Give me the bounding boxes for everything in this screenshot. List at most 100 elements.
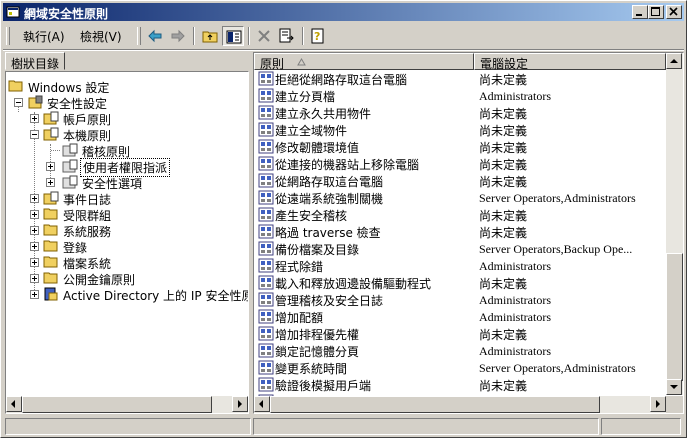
tree-node-audit-policy[interactable]: 稽核原則 <box>6 142 246 159</box>
minimize-button[interactable] <box>632 5 648 19</box>
help-button[interactable]: ? <box>307 26 329 46</box>
back-arrow-icon <box>148 29 162 43</box>
policy-name: 產生安全稽核 <box>275 209 348 223</box>
expand-icon[interactable] <box>30 194 39 203</box>
tree-pane: Windows 設定 安全性設定 帳戶原則 本機原則 稽核原則 使用者權限指派 … <box>5 71 249 414</box>
tree-tab-label: 樹狀目錄 <box>11 57 60 71</box>
policy-row[interactable]: 從連接的機器站上移除電腦 尚未定義 <box>254 155 666 172</box>
policy-row[interactable]: 產生安全稽核 尚未定義 <box>254 206 666 223</box>
delete-button[interactable] <box>253 26 275 46</box>
scroll-down-button[interactable] <box>666 379 682 395</box>
expand-icon[interactable] <box>30 242 39 251</box>
collapse-icon[interactable] <box>14 98 23 107</box>
tree-node-registry[interactable]: 登錄 <box>6 238 246 255</box>
policy-icon <box>258 224 274 239</box>
tree-node-public-key[interactable]: 公開金鑰原則 <box>6 270 246 287</box>
expand-icon[interactable] <box>30 290 39 299</box>
policy-row[interactable]: 從遠端系統強制關機 Server Operators,Administrators <box>254 189 666 206</box>
tree-node-account-policy[interactable]: 帳戶原則 <box>6 110 246 127</box>
sort-ascending-icon <box>297 58 306 66</box>
policy-icon <box>258 292 274 307</box>
tree-node-system-services[interactable]: 系統服務 <box>6 222 246 239</box>
policy-icon <box>258 326 274 341</box>
show-hide-tree-button[interactable] <box>222 26 244 46</box>
right-arrow-icon <box>656 400 660 408</box>
folder-icon <box>43 224 58 236</box>
tree-node-user-rights[interactable]: 使用者權限指派 <box>6 158 246 177</box>
scroll-thumb[interactable] <box>22 396 212 413</box>
policy-name: 建立分頁檔 <box>275 90 336 104</box>
tree-node-security-settings[interactable]: 安全性設定 <box>6 94 246 111</box>
policy-icon <box>258 275 274 290</box>
policy-row[interactable]: 增加排程優先權 尚未定義 <box>254 325 666 342</box>
tree-node-local-policy[interactable]: 本機原則 <box>6 126 246 143</box>
tree-node-ip-security[interactable]: Active Directory 上的 IP 安全性原則 <box>6 286 248 303</box>
policy-row[interactable]: 略過 traverse 檢查 尚未定義 <box>254 223 666 240</box>
tree-tab[interactable]: 樹狀目錄 <box>5 52 65 71</box>
scroll-right-button[interactable] <box>650 396 666 412</box>
policy-row[interactable]: 增加配額 Administrators <box>254 308 666 325</box>
maximize-button[interactable] <box>648 5 664 19</box>
ip-security-icon <box>44 287 58 301</box>
policy-row[interactable]: 建立永久共用物件 尚未定義 <box>254 104 666 121</box>
policy-row[interactable]: 變更系統時間 Server Operators,Administrators <box>254 359 666 376</box>
policy-name: 從遠端系統強制關機 <box>275 192 384 206</box>
collapse-icon[interactable] <box>30 130 39 139</box>
expand-icon[interactable] <box>30 258 39 267</box>
security-settings-icon <box>28 95 43 109</box>
policy-row[interactable]: 從網路存取這台電腦 尚未定義 <box>254 172 666 189</box>
policy-icon <box>258 156 274 171</box>
tree-horizontal-scrollbar[interactable] <box>6 396 248 413</box>
title-bar[interactable]: 網域安全性原則 <box>3 3 684 21</box>
menu-action[interactable]: 執行(A) <box>23 28 65 45</box>
tree-node-windows-settings[interactable]: Windows 設定 <box>6 78 246 95</box>
tree-node-event-log[interactable]: 事件日誌 <box>6 190 246 207</box>
policy-row[interactable]: 管理稽核及安全日誌 Administrators <box>254 291 666 308</box>
scroll-left-button[interactable] <box>6 396 22 412</box>
scroll-left-button[interactable] <box>254 396 270 412</box>
tree-node-security-options[interactable]: 安全性選項 <box>6 174 246 191</box>
policy-setting: Server Operators,Administrators <box>479 361 636 375</box>
policy-row[interactable]: 建立分頁檔 Administrators <box>254 87 666 104</box>
policy-icon <box>258 360 274 375</box>
show-hide-tree-icon <box>226 30 242 44</box>
expand-icon[interactable] <box>30 114 39 123</box>
expand-icon[interactable] <box>30 210 39 219</box>
policy-setting: Server Operators,Backup Ope... <box>479 242 633 256</box>
policy-row[interactable]: 建立全域物件 尚未定義 <box>254 121 666 138</box>
list-horizontal-scrollbar[interactable] <box>254 396 683 413</box>
back-button[interactable] <box>144 26 166 46</box>
scroll-thumb[interactable] <box>666 253 683 381</box>
up-level-button[interactable] <box>199 26 221 46</box>
toolbar-separator <box>193 27 195 45</box>
export-list-button[interactable] <box>276 26 298 46</box>
policy-row[interactable]: 載入和釋放週邊設備驅動程式 尚未定義 <box>254 274 666 291</box>
policy-row[interactable]: 備份檔案及目錄 Server Operators,Backup Ope... <box>254 240 666 257</box>
policy-icon <box>258 139 274 154</box>
policy-setting: 尚未定義 <box>479 379 528 393</box>
policy-row[interactable]: 驗證後模擬用戶端 尚未定義 <box>254 376 666 393</box>
close-button[interactable] <box>666 5 682 19</box>
scroll-right-button[interactable] <box>232 396 248 412</box>
policy-row[interactable]: 程式除錯 Administrators <box>254 257 666 274</box>
column-header-policy[interactable]: 原則 <box>254 53 474 71</box>
policy-name: 變更系統時間 <box>275 362 348 376</box>
tree-node-file-system[interactable]: 檔案系統 <box>6 254 246 271</box>
expand-icon[interactable] <box>46 178 55 187</box>
expand-icon[interactable] <box>30 226 39 235</box>
policy-name: 略過 traverse 檢查 <box>275 226 381 240</box>
list-vertical-scrollbar[interactable] <box>666 53 683 395</box>
policy-row[interactable]: 鎖定記憶體分頁 Administrators <box>254 342 666 359</box>
scroll-thumb[interactable] <box>270 396 600 413</box>
expand-icon[interactable] <box>46 162 55 171</box>
tree-label: Active Directory 上的 IP 安全性原則 <box>63 289 248 303</box>
menu-view[interactable]: 檢視(V) <box>80 28 122 45</box>
column-header-setting[interactable]: 電腦設定 <box>474 53 666 71</box>
tree-node-restricted-groups[interactable]: 受限群組 <box>6 206 246 223</box>
forward-button[interactable] <box>167 26 189 46</box>
policy-row[interactable]: 修改韌體環境值 尚未定義 <box>254 138 666 155</box>
policy-folder-icon <box>43 191 59 205</box>
policy-row[interactable]: 拒絕從網路存取這台電腦 尚未定義 <box>254 70 666 87</box>
expand-icon[interactable] <box>30 274 39 283</box>
scroll-up-button[interactable] <box>666 53 682 69</box>
